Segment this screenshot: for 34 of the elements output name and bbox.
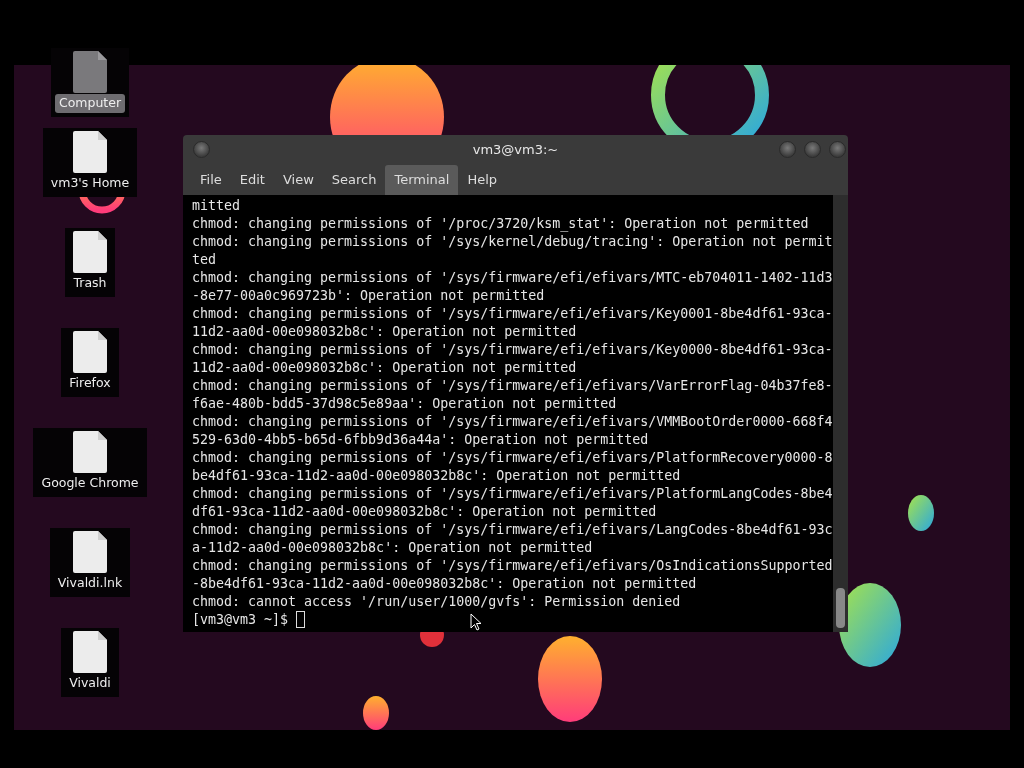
wallpaper-bubble [363,696,389,730]
file-icon [72,130,108,174]
window-menu-button[interactable] [193,141,210,158]
menu-item[interactable]: Help [458,165,507,195]
shell-prompt: [vm3@vm3 ~]$ [192,612,289,627]
desktop-icon[interactable]: Trash [65,228,115,297]
scrollbar[interactable] [833,195,848,632]
file-icon [72,630,108,674]
wallpaper-bubble [908,495,934,531]
minimize-button[interactable] [779,141,796,158]
file-icon [72,230,108,274]
desktop-icon[interactable]: Google Chrome [33,428,147,497]
desktop-icon[interactable]: Computer [50,48,130,117]
close-button[interactable] [829,141,846,158]
terminal-line: chmod: changing permissions of '/proc/3720/ksm_stat': Operation not permitted [192,215,810,233]
menu-item[interactable]: View [273,165,323,195]
menu-item[interactable]: Edit [230,165,274,195]
desktop-icon[interactable]: Firefox [61,328,119,397]
file-icon [72,50,108,94]
file-icon [72,530,108,574]
desktop-icon[interactable]: Vivaldi [61,628,119,697]
desktop-icon[interactable]: vm3's Home [42,128,138,197]
desktop-icon[interactable]: Vivaldi.lnk [49,528,131,597]
menu-item[interactable]: Search [322,165,386,195]
menu-item[interactable]: File [191,165,231,195]
text-cursor [296,611,306,628]
terminal-line: mitted [192,197,242,215]
file-icon [72,430,108,474]
maximize-button[interactable] [804,141,821,158]
file-icon [72,330,108,374]
menu-item[interactable]: Terminal [385,165,459,195]
terminal-line: chmod: cannot access '/run/user/1000/gvfs': Permission denied [192,593,682,611]
window-title: vm3@vm3:~ [472,141,559,160]
scrollbar-thumb[interactable] [836,588,845,628]
